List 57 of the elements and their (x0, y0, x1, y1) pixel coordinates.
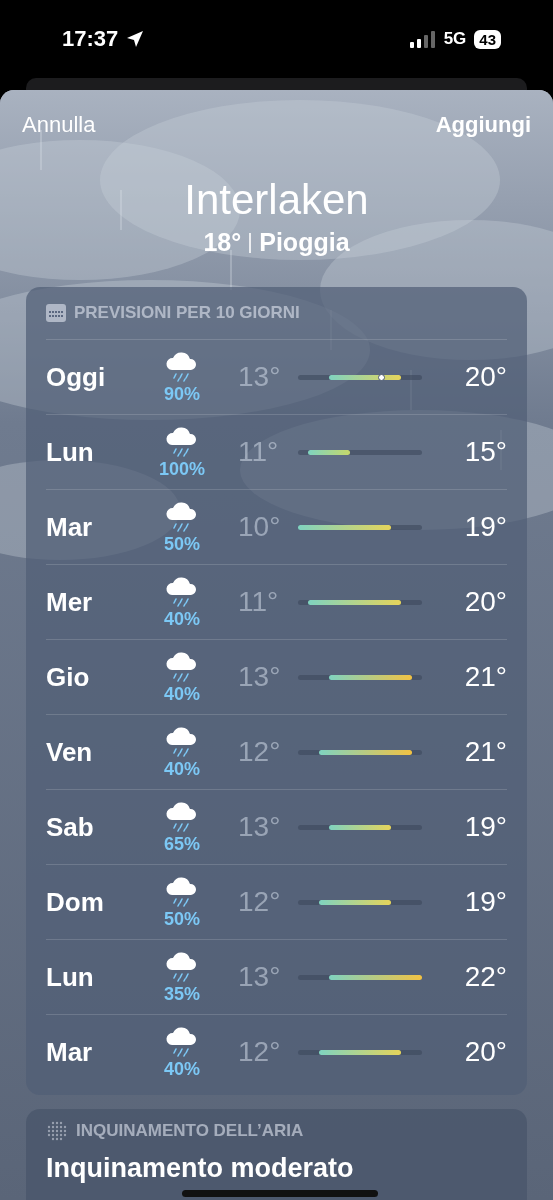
low-temperature: 11° (238, 436, 280, 468)
high-temperature: 21° (463, 736, 507, 768)
air-quality-summary: Inquinamento moderato (46, 1153, 355, 1183)
high-temperature: 20° (463, 361, 507, 393)
high-temperature: 22° (463, 961, 507, 993)
low-temperature: 13° (238, 661, 282, 693)
location-arrow-icon (126, 30, 145, 48)
low-temperature: 13° (238, 961, 282, 993)
high-temperature: 19° (463, 811, 507, 843)
rain-chance: 40% (164, 1058, 200, 1080)
day-label: Gio (46, 661, 91, 693)
temperature-range-fill (308, 449, 350, 455)
rain-chance: 65% (164, 833, 200, 855)
day-label: Ven (46, 736, 94, 768)
day-label: Mar (46, 511, 94, 543)
day-label: Lun (46, 961, 95, 993)
high-temperature: 19° (463, 886, 507, 918)
clock-time: 17:37 (62, 26, 119, 52)
low-temperature: 13° (238, 361, 282, 393)
battery-level: 43 (474, 29, 501, 49)
day-label: Mer (46, 586, 94, 618)
rain-chance: 40% (164, 758, 200, 780)
temperature-range-fill (329, 824, 391, 830)
current-temperature: 18° (203, 228, 242, 257)
dotted-globe-icon (46, 1120, 68, 1142)
high-temperature: 20° (463, 1036, 507, 1068)
high-temperature: 20° (463, 586, 507, 618)
network-label: 5G (443, 29, 467, 49)
day-label: Lun (46, 436, 95, 468)
rain-chance: 40% (164, 683, 200, 705)
high-temperature: 19° (463, 511, 507, 543)
rain-chance: 35% (164, 983, 200, 1005)
rain-chance: 40% (164, 608, 200, 630)
day-label: Oggi (46, 361, 107, 393)
signal-icon (409, 30, 436, 48)
low-temperature: 11° (238, 586, 280, 618)
high-temperature: 21° (463, 661, 507, 693)
day-label: Mar (46, 1036, 94, 1068)
weather-condition: Pioggia (259, 228, 350, 257)
rain-chance: 90% (164, 383, 200, 405)
low-temperature: 10° (238, 511, 282, 543)
day-label: Dom (46, 886, 105, 918)
rain-chance: 50% (164, 908, 200, 930)
low-temperature: 12° (238, 886, 282, 918)
forecast-title: PREVISIONI PER 10 GIORNI (74, 303, 300, 323)
rain-chance: 100% (158, 458, 205, 480)
add-button[interactable]: Aggiungi (435, 112, 531, 138)
calendar-icon (46, 304, 66, 322)
day-label: Sab (46, 811, 95, 843)
low-temperature: 13° (238, 811, 282, 843)
city-name: Interlaken (183, 176, 370, 224)
air-quality-title: INQUINAMENTO DELL’ARIA (76, 1121, 304, 1141)
high-temperature: 15° (463, 436, 507, 468)
rain-chance: 50% (164, 533, 200, 555)
cancel-button[interactable]: Annulla (22, 112, 96, 138)
low-temperature: 12° (238, 736, 282, 768)
low-temperature: 12° (238, 1036, 282, 1068)
